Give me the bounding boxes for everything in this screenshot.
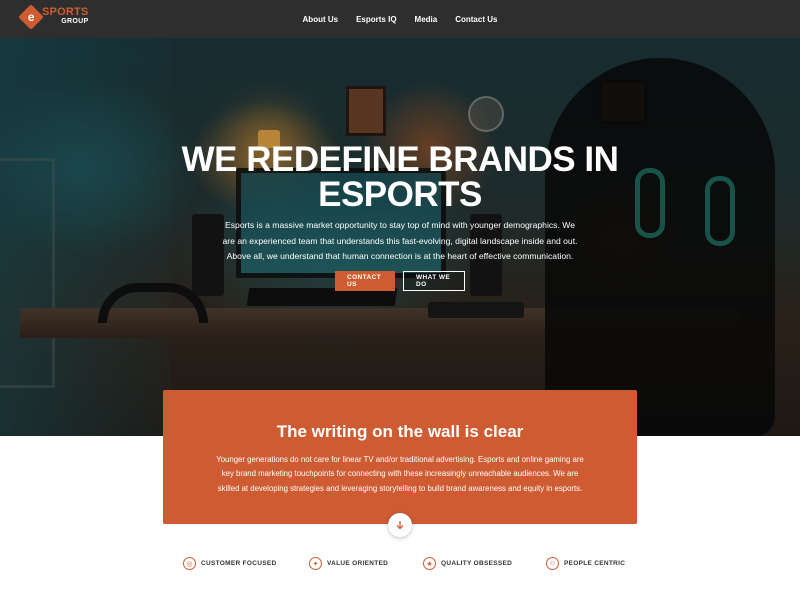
card-title: The writing on the wall is clear: [276, 422, 524, 441]
nav-media[interactable]: Media: [415, 15, 438, 24]
values-row: ◎ CUSTOMER FOCUSED ✦ VALUE ORIENTED ★ QU…: [0, 557, 800, 573]
nav-contact-us[interactable]: Contact Us: [455, 15, 497, 24]
arrow-down-icon: [396, 520, 404, 529]
what-we-do-button[interactable]: WHAT WE DO: [403, 271, 465, 291]
card-description: Younger generations do not care for line…: [216, 455, 584, 493]
value-value-oriented: ✦ VALUE ORIENTED: [309, 557, 388, 570]
nav-esports-iq[interactable]: Esports IQ: [356, 15, 396, 24]
people-icon: ☺: [546, 557, 559, 570]
target-icon: ◎: [183, 557, 196, 570]
handshake-icon: ✦: [309, 557, 322, 570]
value-quality-obsessed: ★ QUALITY OBSESSED: [423, 557, 512, 570]
main-nav: About Us Esports IQ Media Contact Us: [0, 0, 800, 38]
nav-about-us[interactable]: About Us: [303, 15, 339, 24]
hero-description: Esports is a massive market opportunity …: [222, 220, 578, 261]
writing-on-wall-card: The writing on the wall is clear Younger…: [163, 390, 637, 524]
hero-section: WE REDEFINE BRANDS IN ESPORTS Esports is…: [0, 38, 800, 436]
value-customer-focused: ◎ CUSTOMER FOCUSED: [183, 557, 276, 570]
value-people-centric: ☺ PEOPLE CENTRIC: [546, 557, 625, 570]
top-navbar: e SPORTS GROUP About Us Esports IQ Media…: [0, 0, 800, 38]
contact-us-button[interactable]: CONTACT US: [335, 271, 395, 291]
hero-title: WE REDEFINE BRANDS IN ESPORTS: [181, 140, 619, 214]
hero-buttons: CONTACT US WHAT WE DO: [0, 271, 800, 291]
award-icon: ★: [423, 557, 436, 570]
scroll-down-button[interactable]: [388, 513, 412, 537]
